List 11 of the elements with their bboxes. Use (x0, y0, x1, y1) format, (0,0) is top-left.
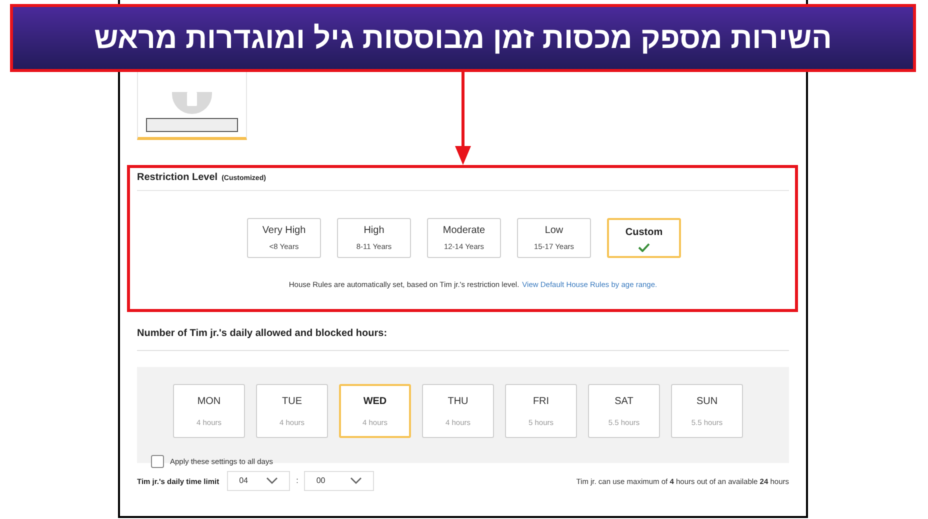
callout-banner: השירות מספק מכסות זמן מבוססות גיל ומוגדרות מראש (10, 4, 916, 72)
section-title: Number of Tim jr.'s daily allowed and blocked hours: (137, 328, 388, 340)
apply-all-checkbox[interactable] (151, 455, 164, 468)
chevron-down-icon (266, 477, 278, 486)
chevron-down-icon (350, 477, 362, 486)
checkmark-icon (638, 242, 650, 252)
hours-select[interactable]: 04 (227, 471, 290, 492)
section-title: Restriction Level (137, 171, 218, 185)
minutes-select[interactable]: 00 (304, 471, 374, 492)
time-separator: : (296, 475, 298, 488)
restriction-level-option[interactable]: Custom (607, 218, 681, 258)
